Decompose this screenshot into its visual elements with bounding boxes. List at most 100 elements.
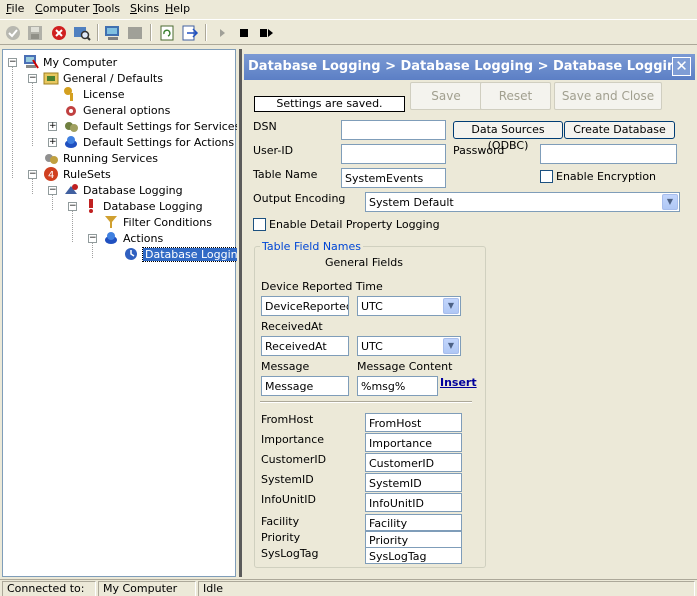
tree-item-default-actions[interactable]: Default Settings for Actions — [63, 134, 234, 150]
field-label: Priority — [261, 531, 301, 544]
received-tz-select[interactable]: UTC ▼ — [357, 336, 461, 356]
tree-label: My Computer — [43, 55, 118, 69]
actions-icon — [63, 134, 79, 150]
expand-toggle[interactable]: + — [48, 138, 57, 147]
dsn-label: DSN — [253, 120, 277, 133]
tree-item-general-options[interactable]: General options — [63, 102, 170, 118]
device-time-tz-select[interactable]: UTC ▼ — [357, 296, 461, 316]
password-field[interactable] — [540, 144, 677, 164]
panel-title: Database Logging > Database Logging > Da… — [244, 54, 695, 80]
received-label: ReceivedAt — [261, 320, 323, 333]
device-time-field[interactable]: DeviceReported — [261, 296, 349, 316]
computer-icon — [23, 54, 39, 70]
collapse-toggle[interactable]: − — [8, 58, 17, 67]
search-icon[interactable] — [72, 23, 92, 43]
data-sources-button[interactable]: Data Sources (ODBC) — [453, 121, 563, 152]
svg-text:4: 4 — [48, 170, 54, 181]
field-label: InfoUnitID — [261, 493, 316, 506]
filter-icon — [103, 214, 119, 230]
close-icon[interactable]: ✕ — [672, 57, 691, 76]
services-icon — [63, 118, 79, 134]
reset-button[interactable]: Reset — [480, 82, 551, 110]
collapse-toggle[interactable]: − — [88, 234, 97, 243]
tree-item-license[interactable]: License — [63, 86, 124, 102]
message-content-field[interactable]: %msg% — [357, 376, 438, 396]
collapse-toggle[interactable]: − — [28, 170, 37, 179]
menu-file[interactable]: File — [6, 2, 24, 15]
customerid-field[interactable]: CustomerID — [365, 453, 462, 472]
insert-link[interactable]: Insert — [440, 376, 477, 389]
menu-tools[interactable]: Tools — [93, 2, 120, 15]
infounitid-field[interactable]: InfoUnitID — [365, 493, 462, 512]
tree-item-actions[interactable]: Actions — [103, 230, 163, 246]
tree-item-filter-conditions[interactable]: Filter Conditions — [103, 214, 212, 230]
computer-icon[interactable] — [103, 23, 123, 43]
message-label: Message — [261, 360, 310, 373]
gear-icon — [63, 102, 79, 118]
field-label: Facility — [261, 515, 300, 528]
create-database-button[interactable]: Create Database — [564, 121, 675, 139]
ruleset-icon — [63, 182, 79, 198]
collapse-toggle[interactable]: − — [48, 186, 57, 195]
save-and-close-button[interactable]: Save and Close — [554, 82, 662, 110]
stop-square-icon[interactable] — [234, 23, 254, 43]
importance-field[interactable]: Importance — [365, 433, 462, 452]
navigation-tree[interactable]: − My Computer − General / Defaults Licen… — [2, 49, 248, 577]
field-label: SysLogTag — [261, 547, 319, 560]
menu-computer[interactable]: Computer — [35, 2, 90, 15]
menu-skins[interactable]: Skins — [130, 2, 159, 15]
systemid-field[interactable]: SystemID — [365, 473, 462, 492]
priority-field[interactable]: Priority — [365, 531, 462, 548]
dsn-field[interactable] — [341, 120, 446, 140]
status-state: Idle — [198, 581, 695, 596]
tree-item-action-database-logging[interactable]: Database Logging — [123, 246, 248, 262]
received-field[interactable]: ReceivedAt — [261, 336, 349, 356]
save-icon[interactable] — [25, 23, 45, 43]
output-encoding-label: Output Encoding — [253, 192, 346, 205]
stop-icon[interactable] — [49, 23, 69, 43]
userid-label: User-ID — [253, 144, 294, 157]
expand-toggle[interactable]: + — [48, 122, 57, 131]
rulesets-icon: 4 — [43, 166, 59, 182]
device-time-label: Device Reported Time — [261, 280, 383, 293]
detail-logging-label: Enable Detail Property Logging — [269, 218, 440, 231]
tree-item-my-computer[interactable]: My Computer — [23, 54, 117, 70]
userid-field[interactable] — [341, 144, 446, 164]
menu-help[interactable]: Help — [165, 2, 190, 15]
tree-item-rule-database-logging[interactable]: Database Logging — [83, 198, 203, 214]
tree-item-default-services[interactable]: Default Settings for Services — [63, 118, 240, 134]
enable-encryption-checkbox[interactable] — [540, 170, 553, 183]
tree-item-general-defaults[interactable]: General / Defaults — [43, 70, 163, 86]
pane-splitter[interactable] — [237, 49, 244, 577]
refresh-icon[interactable] — [157, 23, 177, 43]
ok-icon[interactable] — [3, 23, 23, 43]
syslogtag-field[interactable]: SysLogTag — [365, 547, 462, 564]
fromhost-field[interactable]: FromHost — [365, 413, 462, 432]
actions-icon — [103, 230, 119, 246]
collapse-toggle[interactable]: − — [68, 202, 77, 211]
save-status: Settings are saved. — [254, 96, 405, 112]
tree-item-ruleset-database-logging[interactable]: Database Logging — [63, 182, 183, 198]
play-icon[interactable] — [212, 23, 232, 43]
settings-panel: Database Logging > Database Logging > Da… — [244, 54, 695, 577]
collapse-toggle[interactable]: − — [28, 74, 37, 83]
message-field[interactable]: Message — [261, 376, 349, 396]
tree-item-rulesets[interactable]: 4 RuleSets — [43, 166, 111, 182]
field-label: SystemID — [261, 473, 314, 486]
facility-field[interactable]: Facility — [365, 514, 462, 531]
field-label: CustomerID — [261, 453, 327, 466]
export-icon[interactable] — [180, 23, 200, 43]
tree-item-running-services[interactable]: Running Services — [43, 150, 158, 166]
table-name-field[interactable]: SystemEvents — [341, 168, 446, 188]
step-icon[interactable] — [257, 23, 277, 43]
status-bar: Connected to: My Computer Idle — [0, 579, 697, 596]
table-name-label: Table Name — [253, 168, 318, 181]
chevron-down-icon: ▼ — [443, 298, 459, 314]
folder-icon — [43, 70, 59, 86]
detail-logging-checkbox[interactable] — [253, 218, 266, 231]
disabled-icon[interactable] — [125, 23, 145, 43]
field-label: FromHost — [261, 413, 314, 426]
save-button[interactable]: Save — [410, 82, 482, 110]
running-services-icon — [43, 150, 59, 166]
output-encoding-select[interactable]: System Default ▼ — [365, 192, 680, 212]
